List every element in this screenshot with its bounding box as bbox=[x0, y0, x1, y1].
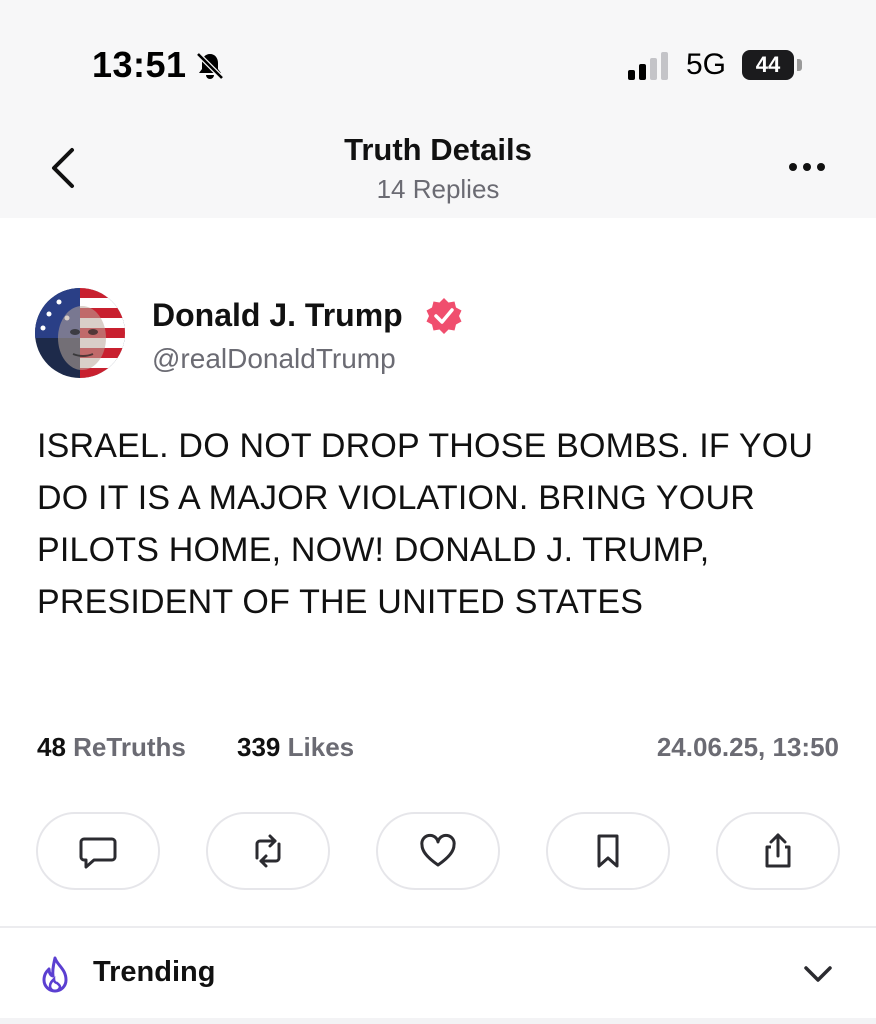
avatar[interactable] bbox=[35, 288, 125, 378]
likes-count: 339 bbox=[237, 732, 281, 762]
retruth-button[interactable] bbox=[206, 812, 330, 890]
author-handle[interactable]: @realDonaldTrump bbox=[152, 343, 396, 375]
bookmark-button[interactable] bbox=[546, 812, 670, 890]
status-time: 13:51 bbox=[92, 44, 187, 85]
signal-icon bbox=[628, 52, 668, 80]
likes-label: Likes bbox=[287, 732, 355, 762]
more-horizontal-icon[interactable] bbox=[786, 154, 828, 180]
battery-indicator: 44 bbox=[742, 50, 794, 80]
post-body: ISRAEL. DO NOT DROP THOSE BOMBS. IF YOU … bbox=[37, 427, 814, 621]
network-label: 5G bbox=[686, 48, 727, 81]
trending-label: Trending bbox=[93, 956, 216, 988]
retruths-count: 48 bbox=[37, 732, 66, 762]
repost-icon bbox=[255, 834, 281, 868]
author-name[interactable]: Donald J. Trump bbox=[152, 297, 403, 334]
avatar-image bbox=[35, 288, 125, 378]
trending-section-toggle[interactable]: Trending bbox=[0, 930, 876, 1020]
bottom-divider bbox=[0, 1018, 876, 1024]
comment-icon bbox=[79, 837, 117, 869]
page-title: Truth Details bbox=[344, 132, 532, 167]
likes-stat[interactable]: 339 Likes bbox=[237, 732, 354, 763]
share-button[interactable] bbox=[716, 812, 840, 890]
heart-icon bbox=[420, 833, 456, 867]
verified-badge-icon bbox=[426, 298, 462, 334]
divider bbox=[0, 926, 876, 928]
bookmark-icon bbox=[597, 834, 619, 868]
reply-button[interactable] bbox=[36, 812, 160, 890]
like-button[interactable] bbox=[376, 812, 500, 890]
post-timestamp: 24.06.25, 13:50 bbox=[656, 732, 839, 762]
chevron-down-icon bbox=[804, 966, 832, 982]
reply-count: 14 Replies bbox=[376, 174, 500, 204]
retruths-label: ReTruths bbox=[73, 732, 186, 762]
retruths-stat[interactable]: 48 ReTruths bbox=[37, 732, 186, 763]
battery-tip bbox=[797, 59, 802, 71]
share-icon bbox=[765, 833, 791, 868]
bell-slash-icon bbox=[196, 52, 224, 80]
flame-icon bbox=[42, 956, 68, 993]
